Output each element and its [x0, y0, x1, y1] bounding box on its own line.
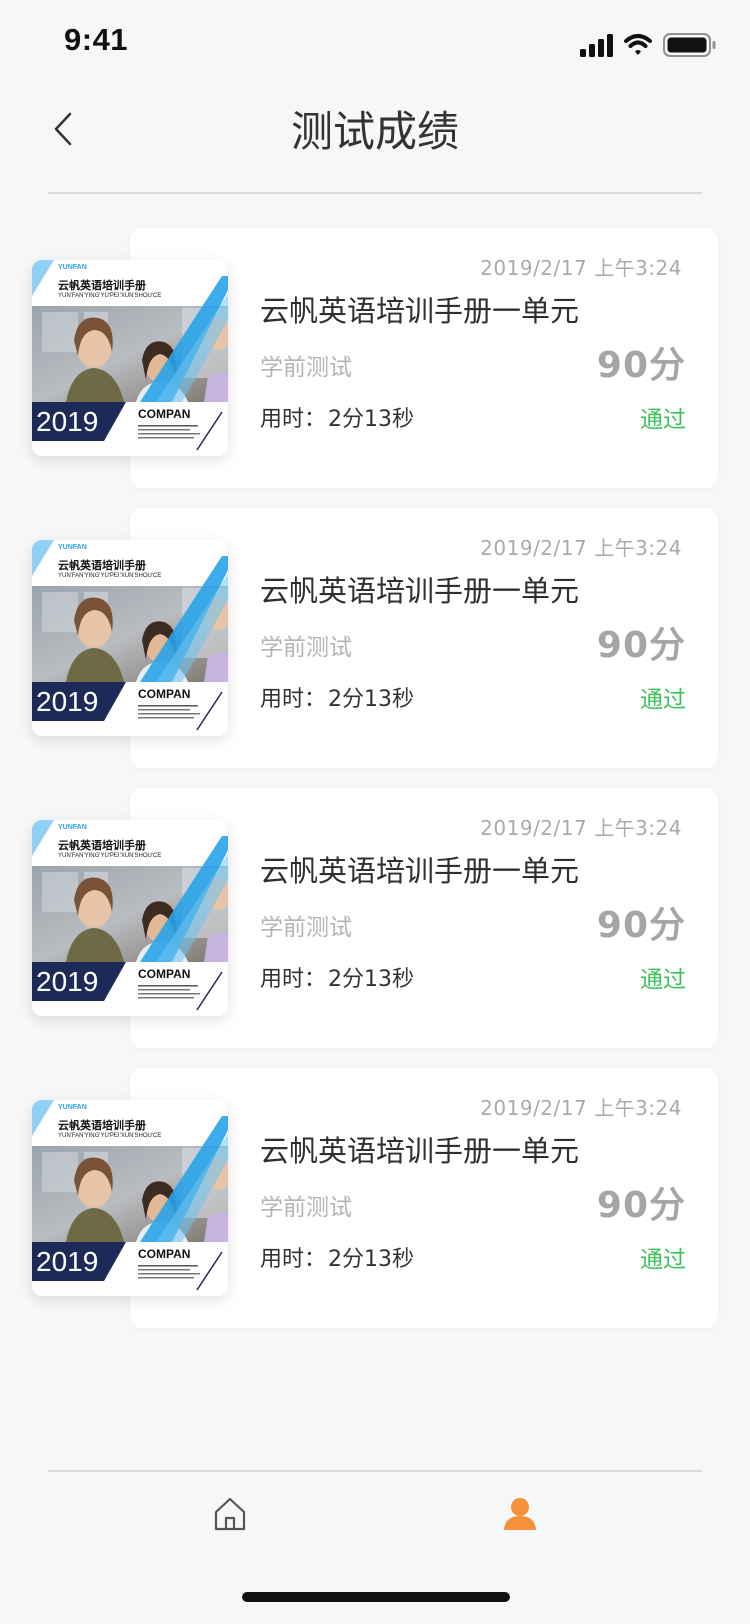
page-title: 测试成绩 — [290, 107, 459, 156]
course-title: 云帆英语培训手册一单元 — [260, 574, 580, 608]
duration-label: 用时： — [260, 967, 327, 992]
course-title: 云帆英语培训手册一单元 — [260, 854, 580, 888]
home-icon — [214, 1497, 246, 1531]
cover-company: COMPAN — [138, 967, 191, 981]
cover-subtitle: YUN'FAN'YING'YU'PEI'XUN'SHOU'CE — [58, 293, 162, 299]
test-type: 学前测试 — [260, 355, 352, 381]
tab-home[interactable] — [212, 1494, 248, 1534]
score-card[interactable]: 2019/2/17 上午3:24 云帆英语培训手册一单元 学前测试 90分 用时… — [30, 508, 720, 768]
book-cover: YUNFAN 云帆英语培训手册 YUN'FAN'YING'YU'PEI'XUN'… — [32, 540, 228, 736]
duration: 用时：2分13秒 — [260, 961, 414, 993]
test-date: 2019/2/17 上午3:24 — [480, 536, 682, 560]
book-cover: YUNFAN 云帆英语培训手册 YUN'FAN'YING'YU'PEI'XUN'… — [32, 260, 228, 456]
test-date: 2019/2/17 上午3:24 — [480, 1096, 682, 1120]
test-type: 学前测试 — [260, 915, 352, 941]
cover-subtitle: YUN'FAN'YING'YU'PEI'XUN'SHOU'CE — [58, 573, 162, 579]
cover-year: 2019 — [36, 406, 99, 437]
duration-value: 2分13秒 — [328, 687, 415, 712]
cover-company: COMPAN — [138, 1247, 191, 1261]
pass-status: 通过 — [640, 967, 686, 993]
test-date: 2019/2/17 上午3:24 — [480, 816, 682, 840]
duration-value: 2分13秒 — [328, 967, 415, 992]
tabbar-divider — [48, 1470, 702, 1472]
status-bar: 9:41 — [0, 0, 750, 88]
test-score: 90分 — [596, 905, 686, 946]
cover-company: COMPAN — [138, 407, 191, 421]
cover-brand: YUNFAN — [58, 264, 87, 271]
cover-company: COMPAN — [138, 687, 191, 701]
cover-subtitle: YUN'FAN'YING'YU'PEI'XUN'SHOU'CE — [58, 853, 162, 859]
cover-year: 2019 — [36, 686, 99, 717]
home-indicator[interactable] — [242, 1592, 510, 1602]
header-divider — [48, 192, 702, 194]
wifi-icon — [624, 34, 652, 55]
cover-subtitle: YUN'FAN'YING'YU'PEI'XUN'SHOU'CE — [58, 1133, 162, 1139]
status-icons — [580, 32, 720, 58]
pass-status: 通过 — [640, 407, 686, 433]
cover-year: 2019 — [36, 966, 99, 997]
test-score: 90分 — [596, 625, 686, 666]
tab-profile[interactable] — [502, 1494, 538, 1534]
cover-year: 2019 — [36, 1246, 99, 1277]
cover-title: 云帆英语培训手册 — [58, 1119, 146, 1132]
pass-status: 通过 — [640, 1247, 686, 1273]
score-card[interactable]: 2019/2/17 上午3:24 云帆英语培训手册一单元 学前测试 90分 用时… — [30, 1068, 720, 1328]
battery-icon — [663, 33, 716, 57]
test-score: 90分 — [596, 1185, 686, 1226]
duration: 用时：2分13秒 — [260, 681, 414, 713]
cover-title: 云帆英语培训手册 — [58, 839, 146, 852]
test-score: 90分 — [596, 345, 686, 386]
test-type: 学前测试 — [260, 1195, 352, 1221]
duration-label: 用时： — [260, 687, 327, 712]
duration-label: 用时： — [260, 1247, 327, 1272]
duration: 用时：2分13秒 — [260, 1241, 414, 1273]
book-cover: YUNFAN 云帆英语培训手册 YUN'FAN'YING'YU'PEI'XUN'… — [32, 1100, 228, 1296]
duration-value: 2分13秒 — [328, 1247, 415, 1272]
duration: 用时：2分13秒 — [260, 401, 414, 433]
cover-brand: YUNFAN — [58, 824, 87, 831]
cover-brand: YUNFAN — [58, 1104, 87, 1111]
user-icon — [504, 1498, 536, 1530]
course-title: 云帆英语培训手册一单元 — [260, 294, 580, 328]
pass-status: 通过 — [640, 687, 686, 713]
score-card[interactable]: 2019/2/17 上午3:24 云帆英语培训手册一单元 学前测试 90分 用时… — [30, 788, 720, 1048]
book-cover: YUNFAN 云帆英语培训手册 YUN'FAN'YING'YU'PEI'XUN'… — [32, 820, 228, 1016]
status-time: 9:41 — [64, 22, 129, 57]
cellular-signal-icon — [580, 33, 716, 57]
duration-value: 2分13秒 — [328, 407, 415, 432]
test-type: 学前测试 — [260, 635, 352, 661]
test-date: 2019/2/17 上午3:24 — [480, 256, 682, 280]
cover-brand: YUNFAN — [58, 544, 87, 551]
duration-label: 用时： — [260, 407, 327, 432]
score-card[interactable]: 2019/2/17 上午3:24 云帆英语培训手册一单元 学前测试 90分 用时… — [30, 228, 720, 488]
course-title: 云帆英语培训手册一单元 — [260, 1134, 580, 1168]
cover-title: 云帆英语培训手册 — [58, 279, 146, 292]
cover-title: 云帆英语培训手册 — [58, 559, 146, 572]
